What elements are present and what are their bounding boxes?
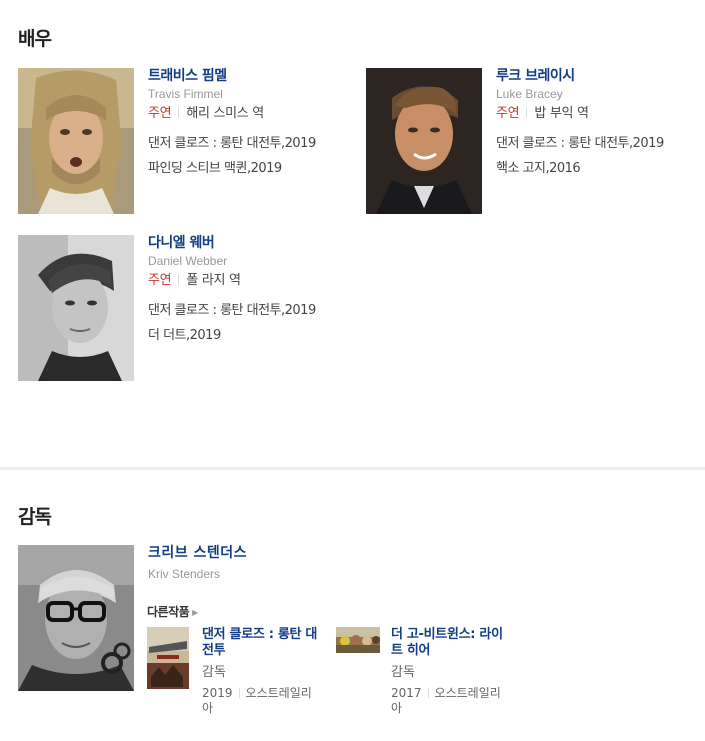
separator: [427, 688, 429, 698]
actor-photo-daniel[interactable]: [18, 235, 134, 381]
actor-name-en: Luke Bracey: [496, 87, 563, 101]
separator: [238, 688, 240, 698]
actor-work-item[interactable]: 파인딩 스티브 맥퀸,2019: [148, 161, 358, 177]
actor-name-en: Travis Fimmel: [148, 87, 223, 101]
actor-name-ko[interactable]: 트래비스 핌멜: [148, 68, 358, 84]
actor-work-item[interactable]: 댄저 클로즈 : 롱탄 대전투,2019: [148, 303, 358, 319]
actor-name-ko[interactable]: 루크 브레이시: [496, 68, 705, 84]
film-poster[interactable]: [147, 627, 189, 693]
actor-name-ko[interactable]: 다니엘 웨버: [148, 235, 358, 251]
other-works-link[interactable]: 다른작품 ▶: [147, 603, 198, 620]
actor-role-row: 주연 폴 라지 역: [148, 273, 358, 289]
role-name: 해리 스미스 역: [186, 106, 264, 121]
separator: [178, 107, 180, 118]
actor-photo-travis[interactable]: [18, 68, 134, 214]
actor-work-item[interactable]: 댄저 클로즈 : 롱탄 대전투,2019: [496, 136, 705, 152]
actor-works-list: 댄저 클로즈 : 롱탄 대전투,2019 더 더트,2019: [148, 303, 358, 344]
role-name: 폴 라지 역: [186, 273, 241, 288]
role-type-label: 주연: [148, 106, 172, 121]
actor-card-daniel: 다니엘 웨버 Daniel Webber 주연 폴 라지 역 댄저 클로즈 : 롱…: [18, 235, 358, 385]
actor-photo-luke[interactable]: [366, 68, 482, 214]
actor-role-row: 주연 밥 부익 역: [496, 106, 705, 122]
separator: [526, 107, 528, 118]
role-type-label: 주연: [496, 106, 520, 121]
film-meta: 2017 오스트레일리아: [391, 686, 511, 716]
film-role: 감독: [202, 665, 226, 680]
section-divider: [0, 467, 705, 470]
actor-name-en: Daniel Webber: [148, 254, 228, 268]
arrow-right-icon: ▶: [192, 608, 198, 617]
other-film-item: 더 고-비트윈스: 라이트 히어 감독 2017 오스트레일리아: [336, 627, 526, 727]
director-photo[interactable]: [18, 545, 134, 691]
separator: [178, 274, 180, 285]
actor-works-list: 댄저 클로즈 : 롱탄 대전투,2019 파인딩 스티브 맥퀸,2019: [148, 136, 358, 177]
actor-work-item[interactable]: 댄저 클로즈 : 롱탄 대전투,2019: [148, 136, 358, 152]
film-meta: 2019 오스트레일리아: [202, 686, 322, 716]
director-name-en: Kriv Stenders: [148, 567, 221, 581]
actors-section-title: 배우: [18, 28, 52, 50]
actor-card-luke: 루크 브레이시 Luke Bracey 주연 밥 부익 역 댄저 클로즈 : 롱탄…: [366, 68, 705, 218]
film-title[interactable]: 더 고-비트윈스: 라이트 히어: [391, 627, 511, 659]
actor-work-item[interactable]: 더 더트,2019: [148, 328, 358, 344]
director-section-title: 감독: [18, 506, 52, 528]
film-year: 2019: [202, 686, 233, 700]
other-works-label: 다른작품: [147, 605, 190, 619]
film-poster[interactable]: [336, 627, 380, 657]
director-name-ko[interactable]: 크리브 스텐더스: [148, 545, 358, 561]
actor-work-item[interactable]: 핵소 고지,2016: [496, 161, 705, 177]
role-name: 밥 부익 역: [534, 106, 589, 121]
actor-card-travis: 트래비스 핌멜 Travis Fimmel 주연 해리 스미스 역 댄저 클로즈 …: [18, 68, 358, 218]
film-role: 감독: [391, 665, 415, 680]
other-film-item: 댄저 클로즈 : 롱탄 대전투 감독 2019 오스트레일리아: [147, 627, 337, 727]
role-type-label: 주연: [148, 273, 172, 288]
actor-role-row: 주연 해리 스미스 역: [148, 106, 358, 122]
film-year: 2017: [391, 686, 422, 700]
film-title[interactable]: 댄저 클로즈 : 롱탄 대전투: [202, 627, 322, 659]
actor-works-list: 댄저 클로즈 : 롱탄 대전투,2019 핵소 고지,2016: [496, 136, 705, 177]
